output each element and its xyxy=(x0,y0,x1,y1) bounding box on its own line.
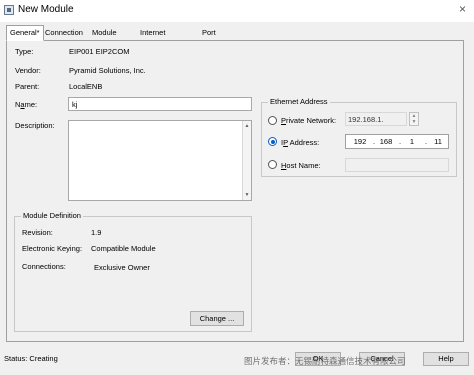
tab-general[interactable]: General* xyxy=(6,25,44,41)
name-label: Name: xyxy=(15,100,38,109)
help-button[interactable]: Help xyxy=(423,352,469,366)
description-scrollbar[interactable]: ▲ ▼ xyxy=(242,121,251,200)
host-name-radio[interactable] xyxy=(268,160,277,169)
revision-label: Revision: xyxy=(22,228,53,237)
private-network-label: Private Network: xyxy=(281,116,337,125)
parent-value: LocalENB xyxy=(69,82,103,91)
title-bar: New Module × xyxy=(0,0,474,22)
scroll-up-icon[interactable]: ▲ xyxy=(243,122,251,130)
host-name-label: Host Name: xyxy=(281,161,321,170)
new-module-dialog: New Module × General* Connection Module … xyxy=(0,0,474,375)
tab-module-info[interactable]: Module Info xyxy=(88,25,121,50)
type-label: Type: xyxy=(15,47,34,56)
connections-label: Connections: xyxy=(22,262,66,271)
type-value: EIP001 EIP2COM xyxy=(69,47,130,56)
scroll-down-icon[interactable]: ▼ xyxy=(243,191,251,199)
private-network-radio[interactable] xyxy=(268,116,277,125)
tab-connection[interactable]: Connection xyxy=(41,25,87,40)
spinner-down-icon: ▼ xyxy=(411,119,417,125)
ip-dot: . xyxy=(399,137,402,146)
watermark: 图片发布者：无锡耐特森通信技术有限公司 xyxy=(244,356,406,366)
connections-value: Exclusive Owner xyxy=(94,263,150,272)
vendor-value: Pyramid Solutions, Inc. xyxy=(69,66,146,75)
tab-port-configuration[interactable]: Port Configuration xyxy=(198,25,251,50)
tab-internet-protocol[interactable]: Internet Protocol xyxy=(136,25,172,50)
name-input[interactable] xyxy=(68,97,252,111)
electronic-keying-value: Compatible Module xyxy=(91,244,156,253)
ip-octet-4[interactable]: 11 xyxy=(430,137,446,146)
parent-label: Parent: xyxy=(15,82,40,91)
app-icon xyxy=(4,5,14,15)
revision-value: 1.9 xyxy=(91,228,102,237)
window-title: New Module xyxy=(18,4,74,15)
ip-dot: . xyxy=(425,137,428,146)
private-network-field: 192.168.1. xyxy=(345,112,407,126)
ip-address-label: IP Address: xyxy=(281,138,320,147)
ip-octet-3[interactable]: 1 xyxy=(404,137,420,146)
ip-octet-2[interactable]: 168 xyxy=(378,137,394,146)
host-name-field xyxy=(345,158,449,172)
private-network-spinner: ▲ ▼ xyxy=(409,112,419,126)
vendor-label: Vendor: xyxy=(15,66,41,75)
ethernet-address-title: Ethernet Address xyxy=(268,97,330,106)
electronic-keying-label: Electronic Keying: xyxy=(22,244,83,253)
close-icon[interactable]: × xyxy=(459,2,466,16)
ip-dot: . xyxy=(373,137,376,146)
ip-address-input[interactable]: 192 . 168 . 1 . 11 xyxy=(345,134,449,149)
description-input[interactable]: ▲ ▼ xyxy=(68,120,252,201)
status-text: Status: Creating xyxy=(4,354,58,363)
description-label: Description: xyxy=(15,121,55,130)
change-button[interactable]: Change ... xyxy=(190,311,244,326)
ip-octet-1[interactable]: 192 xyxy=(352,137,368,146)
ip-address-radio[interactable] xyxy=(268,137,277,146)
module-definition-title: Module Definition xyxy=(21,211,83,220)
